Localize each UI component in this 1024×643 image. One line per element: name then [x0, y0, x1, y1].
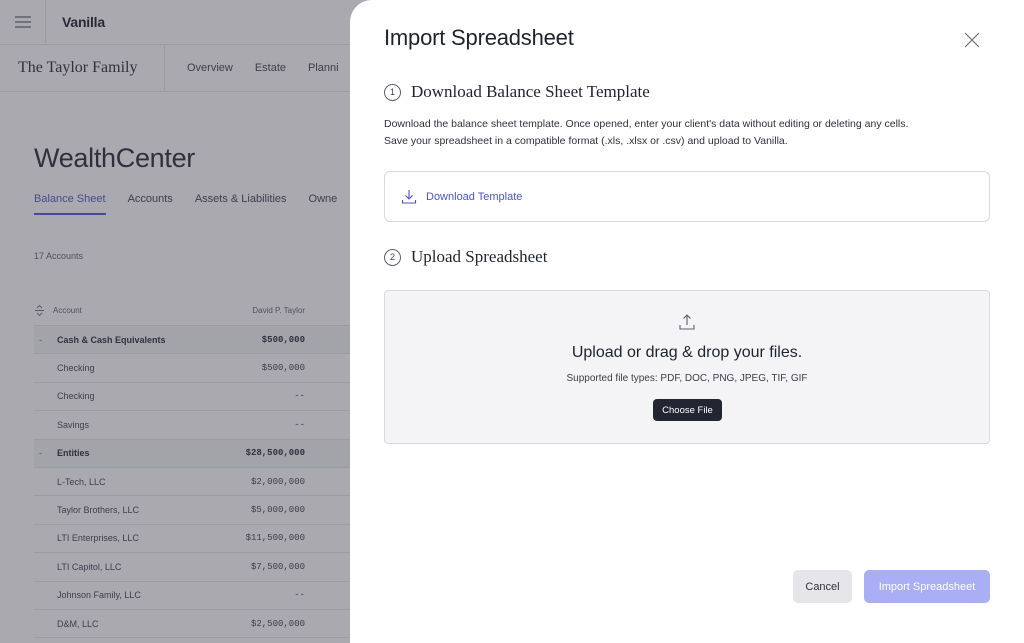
step-number: 2: [384, 248, 401, 266]
step-download: 1 Download Balance Sheet Template: [384, 82, 650, 102]
import-spreadsheet-button[interactable]: Import Spreadsheet: [864, 570, 990, 603]
cancel-button[interactable]: Cancel: [793, 570, 852, 603]
step-description: Download the balance sheet template. Onc…: [384, 116, 984, 150]
download-template-label: Download Template: [426, 190, 523, 203]
close-icon: [964, 32, 980, 48]
upload-icon: [679, 314, 695, 330]
supported-file-types: Supported file types: PDF, DOC, PNG, JPE…: [566, 373, 808, 384]
file-drop-zone[interactable]: Upload or drag & drop your files. Suppor…: [384, 290, 990, 444]
step-title: Download Balance Sheet Template: [411, 82, 650, 101]
download-template-button[interactable]: Download Template: [384, 171, 990, 222]
import-drawer: Import Spreadsheet 1 Download Balance Sh…: [350, 0, 1024, 643]
step-upload: 2 Upload Spreadsheet: [384, 247, 547, 267]
choose-file-button[interactable]: Choose File: [653, 399, 722, 421]
drop-title: Upload or drag & drop your files.: [571, 344, 803, 361]
step-number: 1: [384, 83, 401, 101]
description-line-1: Download the balance sheet template. Onc…: [384, 118, 909, 130]
download-icon: [401, 189, 417, 204]
description-line-2: Save your spreadsheet in a compatible fo…: [384, 135, 788, 147]
drawer-title: Import Spreadsheet: [384, 25, 574, 50]
close-button[interactable]: [962, 30, 982, 50]
step-title: Upload Spreadsheet: [411, 247, 548, 266]
